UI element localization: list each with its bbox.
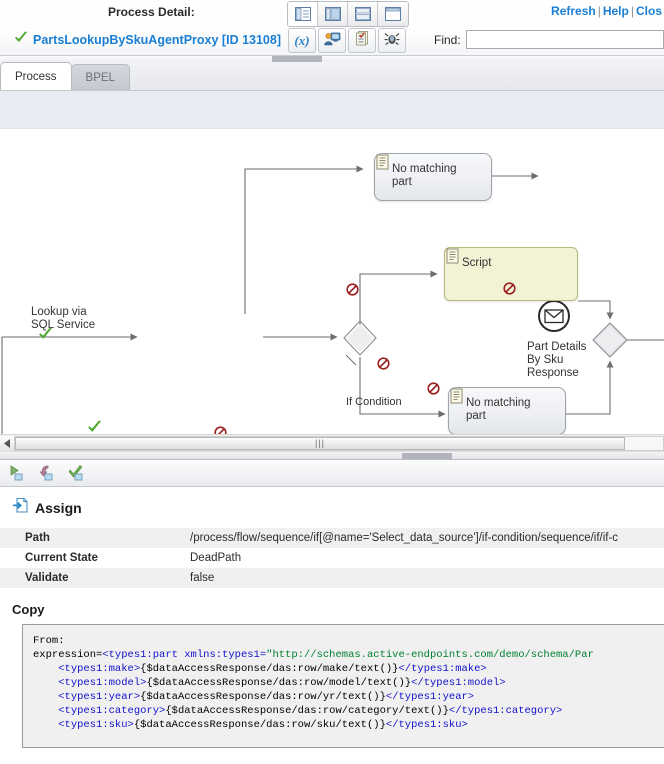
- mark-complete-button[interactable]: [65, 462, 92, 484]
- property-value-current-state: DeadPath: [190, 548, 664, 568]
- merge-gateway-diamond: [592, 322, 628, 358]
- splitter-handle-bottom[interactable]: [402, 453, 452, 459]
- node-script-label: Script: [462, 257, 492, 269]
- tab-list: Process BPEL: [0, 62, 130, 90]
- link-separator-1: |: [597, 4, 601, 18]
- process-identity: PartsLookupBySkuAgentProxy [ID 13108]: [14, 31, 281, 49]
- activity-header: Assign: [0, 497, 664, 519]
- nomatch-bottom-line1: No matching: [466, 397, 531, 409]
- layout-single-pane-button[interactable]: [378, 2, 408, 26]
- property-value-validate: false: [190, 568, 664, 588]
- node-no-matching-part-bottom[interactable]: No matching part: [448, 387, 566, 434]
- copy-section-title: Copy: [12, 602, 45, 617]
- variables-icon-label: (x): [294, 32, 310, 48]
- layout-horizontal-split-button[interactable]: [348, 2, 378, 26]
- part-details-line2: By Sku: [527, 354, 564, 366]
- assign-icon: [12, 497, 29, 519]
- activity-detail-panel: Assign Path /process/flow/sequence/if[@n…: [0, 487, 664, 764]
- diagram-horizontal-scrollbar[interactable]: |||: [0, 434, 664, 451]
- scrollbar-grip-icon: |||: [314, 437, 325, 448]
- if-gateway-diamond: [343, 320, 377, 356]
- nomatch-bottom-line2: part: [466, 410, 486, 422]
- property-key-current-state: Current State: [0, 548, 190, 568]
- lookup-line1: Lookup via: [31, 306, 87, 318]
- table-row: Current State DeadPath: [0, 548, 664, 568]
- help-link[interactable]: Help: [603, 4, 629, 18]
- activity-title: Assign: [35, 500, 82, 516]
- header-row-bottom: PartsLookupBySkuAgentProxy [ID 13108] (x…: [0, 28, 664, 56]
- debug-button[interactable]: [378, 28, 406, 53]
- process-action-button-group[interactable]: (x): [288, 28, 406, 53]
- find-label: Find:: [434, 32, 461, 47]
- header-links: Refresh | Help | Clos: [551, 4, 662, 18]
- process-detail-window: Process Detail: Refresh | Help | Clos Pa…: [0, 0, 664, 764]
- label-if-condition: If Condition: [346, 396, 402, 408]
- detail-toolbar: [0, 460, 664, 487]
- report-button[interactable]: [348, 28, 376, 53]
- property-key-path: Path: [0, 528, 190, 548]
- find-control: Find:: [434, 30, 664, 49]
- nomatch-top-line1: No matching: [392, 163, 457, 175]
- dead-path-icon-5: [427, 382, 440, 395]
- layout-left-narrow-button[interactable]: [318, 2, 348, 26]
- step-into-button[interactable]: [5, 462, 32, 484]
- refresh-link[interactable]: Refresh: [551, 4, 596, 18]
- status-check-icon-1: [38, 327, 53, 342]
- find-input[interactable]: [465, 30, 664, 49]
- part-details-line1: Part Details: [527, 341, 587, 353]
- node-no-matching-part-top[interactable]: No matching part: [374, 153, 492, 201]
- link-separator-2: |: [630, 4, 634, 18]
- header-row-top: Process Detail: Refresh | Help | Clos: [0, 0, 664, 28]
- checklist-icon: [355, 30, 370, 51]
- node-no-matching-part-top-label: No matching part: [392, 163, 457, 189]
- status-check-icon: [14, 31, 28, 49]
- participants-button[interactable]: [318, 28, 346, 53]
- property-key-validate: Validate: [0, 568, 190, 588]
- bug-icon: [384, 31, 400, 51]
- scroll-left-arrow-icon[interactable]: [0, 435, 14, 451]
- part-details-line3: Response: [527, 367, 579, 379]
- copy-expression-code: From: expression=<types1:part xmlns:type…: [33, 635, 594, 731]
- step-return-button[interactable]: [35, 462, 62, 484]
- tab-process[interactable]: Process: [0, 62, 72, 90]
- status-check-icon-2: [87, 420, 102, 434]
- label-part-details-by-sku-response: Part Details By Sku Response: [527, 341, 586, 380]
- properties-table: Path /process/flow/sequence/if[@name='Se…: [0, 528, 664, 588]
- diagram-toolbar-band: [0, 91, 664, 129]
- scrollbar-thumb[interactable]: |||: [15, 436, 625, 450]
- tab-process-label: Process: [15, 70, 57, 83]
- table-row: Path /process/flow/sequence/if[@name='Se…: [0, 528, 664, 548]
- participants-icon: [323, 31, 341, 51]
- close-link[interactable]: Clos: [636, 4, 662, 18]
- if-condition-text: If Condition: [346, 396, 402, 408]
- property-value-path: /process/flow/sequence/if[@name='Select_…: [190, 528, 664, 548]
- view-layout-button-group[interactable]: [287, 1, 409, 27]
- dead-path-icon-4: [377, 357, 390, 370]
- tab-bar: Process BPEL: [0, 56, 664, 91]
- window-header: Process Detail: Refresh | Help | Clos Pa…: [0, 0, 664, 56]
- node-no-matching-part-bottom-label: No matching part: [466, 397, 531, 423]
- nomatch-top-line2: part: [392, 176, 412, 188]
- dead-path-icon-2: [346, 283, 359, 296]
- variables-button[interactable]: (x): [288, 28, 316, 53]
- process-name-link[interactable]: PartsLookupBySkuAgentProxy [ID 13108]: [33, 33, 281, 47]
- scrollbar-track[interactable]: |||: [14, 435, 664, 451]
- panel-splitter[interactable]: [0, 451, 664, 460]
- dead-path-icon-3: [503, 282, 516, 295]
- tab-bpel-label: BPEL: [85, 71, 115, 84]
- splitter-handle-top[interactable]: [272, 56, 322, 62]
- process-diagram-canvas[interactable]: execSQL No matching part Script No match…: [0, 129, 664, 434]
- layout-left-detail-button[interactable]: [288, 2, 318, 26]
- dead-path-icon-1: [214, 426, 227, 434]
- tab-bpel[interactable]: BPEL: [70, 64, 130, 90]
- page-title: Process Detail:: [108, 5, 195, 19]
- table-row: Validate false: [0, 568, 664, 588]
- message-end-event: [538, 300, 570, 332]
- copy-expression-code-box[interactable]: From: expression=<types1:part xmlns:type…: [22, 624, 664, 748]
